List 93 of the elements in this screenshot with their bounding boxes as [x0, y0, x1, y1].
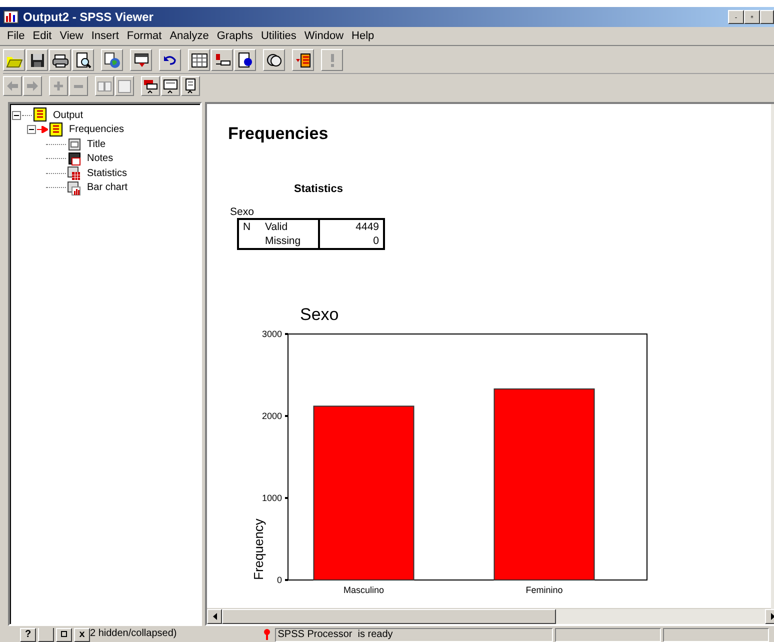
- category-label: Feminino: [526, 585, 563, 595]
- goto-button[interactable]: [211, 49, 233, 71]
- circles-icon: [266, 52, 282, 68]
- chart-title: Sexo: [300, 305, 339, 324]
- preview-button[interactable]: [72, 49, 94, 71]
- stack-icon: [142, 78, 159, 94]
- book-icon: [48, 122, 64, 138]
- window-icon: [132, 52, 150, 68]
- menu-item[interactable]: Analyze: [166, 30, 213, 42]
- minus-icon: [29, 127, 34, 132]
- grid-icon: [190, 52, 208, 68]
- table-cell: 4449: [319, 219, 384, 234]
- window-icon: [162, 78, 179, 94]
- table-icon: [66, 165, 82, 182]
- outline-item[interactable]: Statistics: [85, 168, 130, 179]
- tick-label: 3000: [262, 329, 282, 339]
- help-button[interactable]: [234, 49, 256, 71]
- open-button[interactable]: [3, 49, 25, 71]
- floppy-icon: [28, 52, 46, 68]
- close-button[interactable]: x: [74, 628, 90, 642]
- menu-item[interactable]: Utilities: [256, 30, 300, 42]
- menu-item[interactable]: Window: [300, 30, 348, 42]
- export-button[interactable]: [101, 49, 123, 71]
- back-button[interactable]: [3, 76, 22, 96]
- globe-icon: [104, 52, 120, 68]
- variable-label: Sexo: [230, 206, 255, 218]
- magnifier-page-icon: [74, 52, 92, 68]
- blank-button[interactable]: [38, 628, 54, 642]
- show-button[interactable]: [95, 76, 114, 96]
- app-icon: [3, 9, 19, 25]
- designate-button[interactable]: [292, 49, 314, 71]
- maximize-button[interactable]: [744, 10, 760, 24]
- promote-button[interactable]: [141, 76, 160, 96]
- section-heading: Frequencies: [228, 124, 330, 144]
- collapse-button[interactable]: [69, 76, 88, 96]
- notes-icon: [66, 150, 82, 167]
- menu-item[interactable]: File: [3, 30, 29, 42]
- right-arrow-icon: [770, 613, 774, 620]
- menu-item[interactable]: Help: [348, 30, 378, 42]
- insert-heading-button[interactable]: [161, 76, 180, 96]
- close-button[interactable]: [760, 10, 774, 24]
- outline-item[interactable]: Notes: [85, 153, 116, 164]
- list-icon: [294, 52, 312, 68]
- minimize-button[interactable]: [728, 10, 744, 24]
- help-icon: [236, 52, 254, 68]
- outline-item[interactable]: Bar chart: [85, 182, 130, 194]
- forward-button[interactable]: [23, 76, 42, 96]
- table-cell: 0: [319, 234, 384, 249]
- outline-item[interactable]: Frequencies: [67, 124, 126, 136]
- scrollbar-thumb[interactable]: [222, 609, 556, 624]
- outline-item[interactable]: Output: [51, 110, 86, 121]
- status-text: 2 hidden/collapsed): [90, 628, 177, 641]
- tick-label: 1000: [262, 493, 282, 503]
- run-button[interactable]: [321, 49, 343, 71]
- page-icon: [66, 136, 82, 152]
- collapse-toggle[interactable]: [12, 110, 21, 120]
- square-icon: [116, 78, 133, 94]
- help-button[interactable]: ?: [20, 628, 36, 642]
- exclamation-icon: [330, 54, 334, 66]
- left-arrow-icon: [212, 613, 216, 620]
- insert-button[interactable]: [130, 49, 152, 71]
- window-title: Output2 - SPSS Viewer: [23, 10, 154, 24]
- hide-button[interactable]: [115, 76, 134, 96]
- menu-item[interactable]: Format: [122, 30, 166, 42]
- menu-item[interactable]: View: [56, 30, 88, 42]
- axis-title: Frequency: [251, 518, 266, 580]
- tick-label: 2000: [262, 411, 282, 421]
- collapse-toggle[interactable]: [27, 125, 36, 134]
- tick-label: 0: [276, 575, 282, 585]
- save-button[interactable]: [26, 49, 48, 71]
- insert-title-button[interactable]: [181, 76, 200, 96]
- menu-item[interactable]: Insert: [87, 30, 123, 42]
- table-title: Statistics: [293, 183, 344, 195]
- data-editor-button[interactable]: [188, 49, 210, 71]
- menu-item[interactable]: Edit: [28, 30, 56, 42]
- outline-item[interactable]: Title: [85, 138, 108, 150]
- row-header: N: [243, 221, 251, 233]
- status-message: SPSS Processor is ready: [274, 628, 553, 642]
- book-icon: [32, 107, 48, 124]
- sets-button[interactable]: [263, 49, 285, 71]
- menu-item[interactable]: Graphs: [212, 30, 257, 42]
- minus-icon: [74, 84, 83, 88]
- square-icon: [61, 631, 67, 637]
- window-button[interactable]: [56, 628, 72, 642]
- undo-button[interactable]: [159, 49, 181, 71]
- print-button[interactable]: [49, 49, 71, 71]
- scroll-left-button[interactable]: [207, 609, 222, 624]
- printer-icon: [52, 52, 68, 68]
- category-label: Masculino: [343, 585, 384, 595]
- expand-button[interactable]: [49, 76, 68, 96]
- minus-icon: [14, 112, 19, 118]
- row-label: Missing: [265, 235, 301, 247]
- row-label: Valid: [265, 221, 288, 233]
